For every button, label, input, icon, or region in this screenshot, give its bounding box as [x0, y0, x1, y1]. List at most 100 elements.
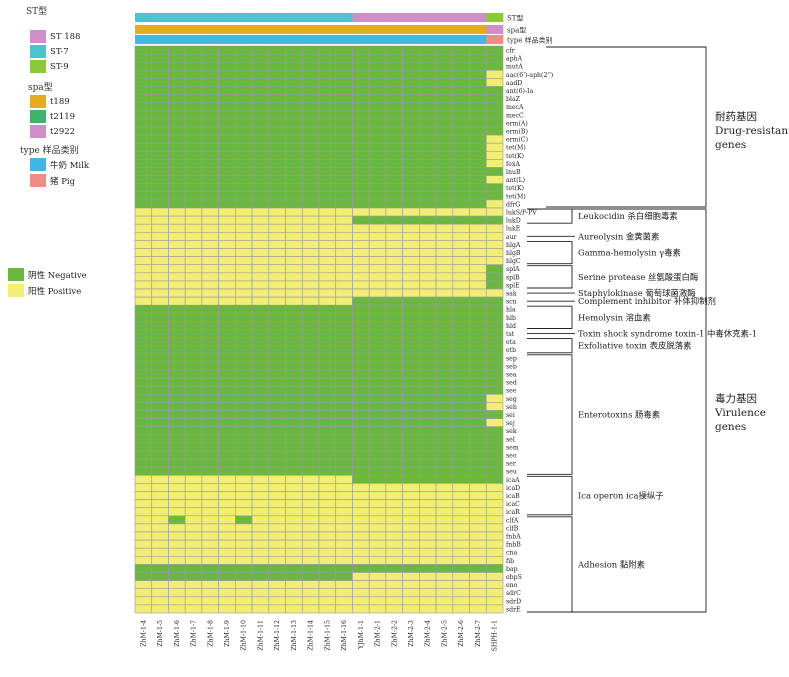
heatmap-cell — [368, 337, 387, 347]
heatmap-cell — [402, 385, 420, 395]
heatmap-cell — [268, 102, 286, 112]
heatmap-cell — [285, 483, 303, 492]
heatmap-cell — [385, 191, 403, 201]
annotation-spa-cell — [469, 25, 487, 34]
heatmap-cell — [402, 110, 420, 120]
heatmap-cell — [335, 474, 353, 484]
heatmap-cell — [419, 215, 437, 225]
heatmap-cell — [285, 134, 303, 144]
heatmap-cell — [485, 110, 504, 120]
heatmap-cell — [168, 337, 186, 347]
heatmap-cell — [301, 385, 320, 395]
heatmap-cell — [301, 134, 320, 144]
heatmap-cell — [268, 426, 286, 436]
heatmap-cell — [352, 78, 370, 87]
heatmap-cell — [419, 61, 437, 71]
heatmap-cell — [218, 450, 236, 460]
heatmap-cell — [318, 434, 337, 444]
heatmap-cell — [352, 223, 370, 233]
heatmap-cell — [485, 604, 504, 614]
heatmap-cell — [335, 215, 353, 225]
heatmap-cell — [201, 183, 219, 193]
row-label: seo — [506, 452, 517, 459]
heatmap-cell — [469, 70, 487, 79]
heatmap-cell — [134, 353, 153, 363]
heatmap-cell — [168, 304, 186, 314]
heatmap-cell — [469, 61, 487, 71]
group-bracket — [527, 475, 573, 516]
heatmap-cell — [235, 329, 253, 338]
heatmap-cell — [469, 377, 487, 387]
heatmap-cell — [352, 523, 370, 533]
row-label: etb — [506, 347, 516, 354]
heatmap-cell — [402, 199, 420, 209]
heatmap-cell — [134, 223, 153, 233]
column-label: ZhM-1-15 — [324, 620, 331, 651]
heatmap-cell — [268, 215, 286, 225]
column-label: ZhM-2-2 — [391, 620, 398, 647]
heatmap-cell — [335, 361, 353, 371]
heatmap-cell — [435, 523, 454, 533]
row-label: tst — [506, 331, 515, 338]
heatmap-cell — [235, 418, 253, 428]
heatmap-cell — [218, 442, 236, 452]
heatmap-cell — [218, 353, 236, 363]
annotation-type-cell — [452, 35, 470, 44]
heatmap-cell — [134, 499, 153, 509]
heatmap-cell — [201, 232, 219, 241]
heatmap-cell — [201, 410, 219, 419]
heatmap-cell — [184, 207, 203, 217]
heatmap-cell — [335, 539, 353, 549]
heatmap-cell — [218, 151, 236, 160]
heatmap-cell — [368, 385, 387, 395]
heatmap-cell — [385, 53, 403, 63]
heatmap-cell — [168, 539, 186, 549]
heatmap-cell — [218, 304, 236, 314]
heatmap-cell — [469, 337, 487, 347]
heatmap-cell — [485, 385, 504, 395]
heatmap-cell — [134, 207, 153, 217]
heatmap-cell — [419, 86, 437, 95]
row-label: fexA — [506, 161, 520, 168]
heatmap-cell — [134, 450, 153, 460]
heatmap-cell — [151, 312, 169, 322]
heatmap-cell — [452, 450, 470, 460]
heatmap-cell — [435, 377, 454, 387]
heatmap-cell — [419, 515, 437, 525]
heatmap-cell — [318, 304, 337, 314]
heatmap-cell — [201, 248, 219, 257]
heatmap-cell — [134, 61, 153, 71]
heatmap-cell — [235, 572, 253, 581]
heatmap-cell — [419, 167, 437, 176]
heatmap-cell — [352, 264, 370, 274]
heatmap-cell — [452, 426, 470, 436]
heatmap-cell — [201, 329, 219, 338]
heatmap-cell — [218, 410, 236, 419]
heatmap-cell — [285, 596, 303, 606]
heatmap-cell — [435, 337, 454, 347]
legend-st-9: ST-9 — [30, 60, 69, 73]
heatmap-cell — [151, 426, 169, 436]
heatmap-cell — [368, 183, 387, 193]
heatmap-cell — [435, 474, 454, 484]
heatmap-cell — [335, 102, 353, 112]
heatmap-cell — [151, 264, 169, 274]
heatmap-cell — [168, 175, 186, 185]
heatmap-cell — [335, 491, 353, 500]
heatmap-cell — [218, 588, 236, 598]
heatmap-cell — [134, 159, 153, 168]
heatmap-cell — [201, 272, 219, 282]
column-label: ZhM-2-5 — [441, 620, 448, 647]
heatmap-cell — [151, 256, 169, 266]
heatmap-cell — [318, 523, 337, 533]
heatmap-cell — [435, 312, 454, 322]
heatmap-cell — [452, 70, 470, 79]
heatmap-cell — [251, 256, 270, 266]
heatmap-cell — [134, 385, 153, 395]
heatmap-cell — [184, 458, 203, 468]
heatmap-cell — [285, 70, 303, 79]
heatmap-cell — [218, 240, 236, 249]
group-label: Ica operon ica操纵子 — [578, 491, 664, 501]
legend-st-188-swatch — [30, 30, 46, 43]
row-label: ebpS — [506, 574, 522, 581]
